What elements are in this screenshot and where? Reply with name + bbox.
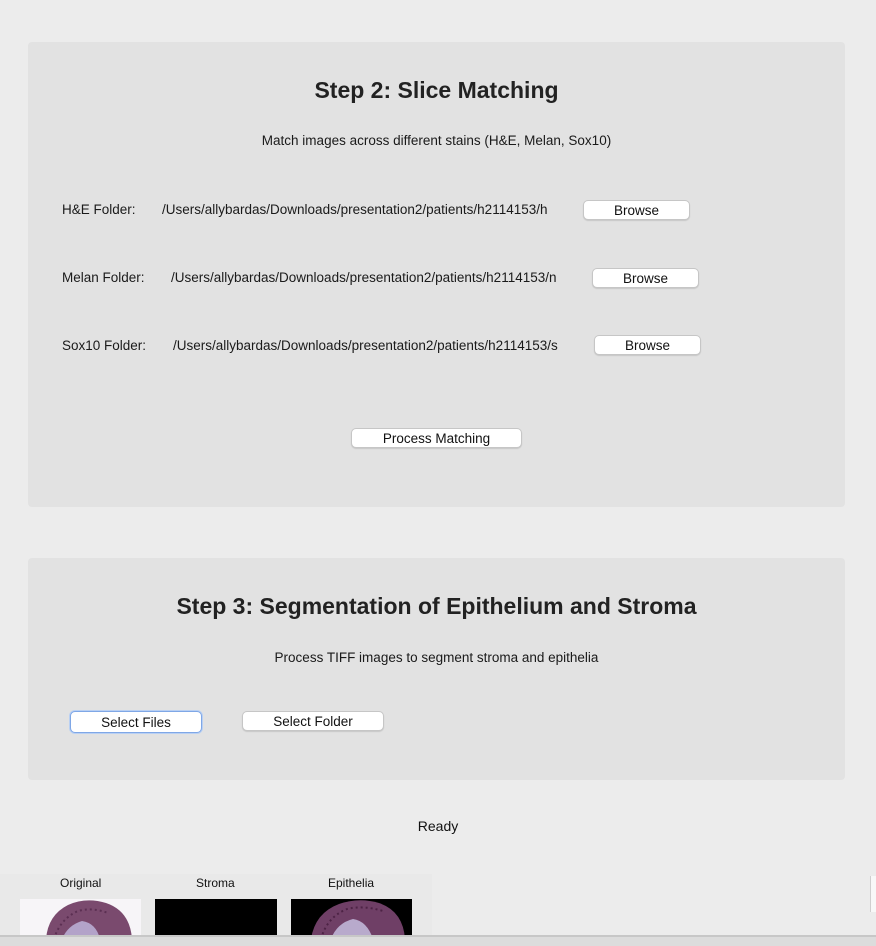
select-folder-button[interactable]: Select Folder [242, 711, 384, 731]
melan-folder-label: Melan Folder: [62, 270, 145, 285]
step3-subtitle: Process TIFF images to segment stroma an… [274, 650, 599, 665]
stroma-label: Stroma [196, 876, 235, 890]
sox10-folder-path: /Users/allybardas/Downloads/presentation… [173, 338, 558, 353]
epithelia-thumbnail [291, 899, 412, 939]
process-matching-button[interactable]: Process Matching [351, 428, 522, 448]
he-folder-label: H&E Folder: [62, 202, 136, 217]
melan-folder-path: /Users/allybardas/Downloads/presentation… [171, 270, 557, 285]
original-label: Original [60, 876, 102, 890]
stroma-thumbnail [155, 899, 277, 939]
step3-title: Step 3: Segmentation of Epithelium and S… [176, 593, 697, 619]
step2-subtitle: Match images across different stains (H&… [261, 133, 612, 148]
horizontal-scrollbar[interactable] [0, 935, 876, 946]
scroll-edge [870, 876, 876, 912]
slice-matching-panel: Step 2: Slice Matching Match images acro… [28, 42, 845, 507]
epithelia-label: Epithelia [328, 876, 375, 890]
sox10-browse-button[interactable]: Browse [594, 335, 701, 355]
he-browse-button[interactable]: Browse [583, 200, 690, 220]
status-text: Ready [417, 818, 459, 834]
segmentation-panel: Step 3: Segmentation of Epithelium and S… [28, 558, 845, 780]
he-folder-path: /Users/allybardas/Downloads/presentation… [162, 202, 548, 217]
step2-title: Step 2: Slice Matching [314, 77, 559, 103]
sox10-folder-label: Sox10 Folder: [62, 338, 147, 353]
original-thumbnail [20, 899, 141, 939]
select-files-button[interactable]: Select Files [70, 711, 202, 733]
melan-browse-button[interactable]: Browse [592, 268, 699, 288]
